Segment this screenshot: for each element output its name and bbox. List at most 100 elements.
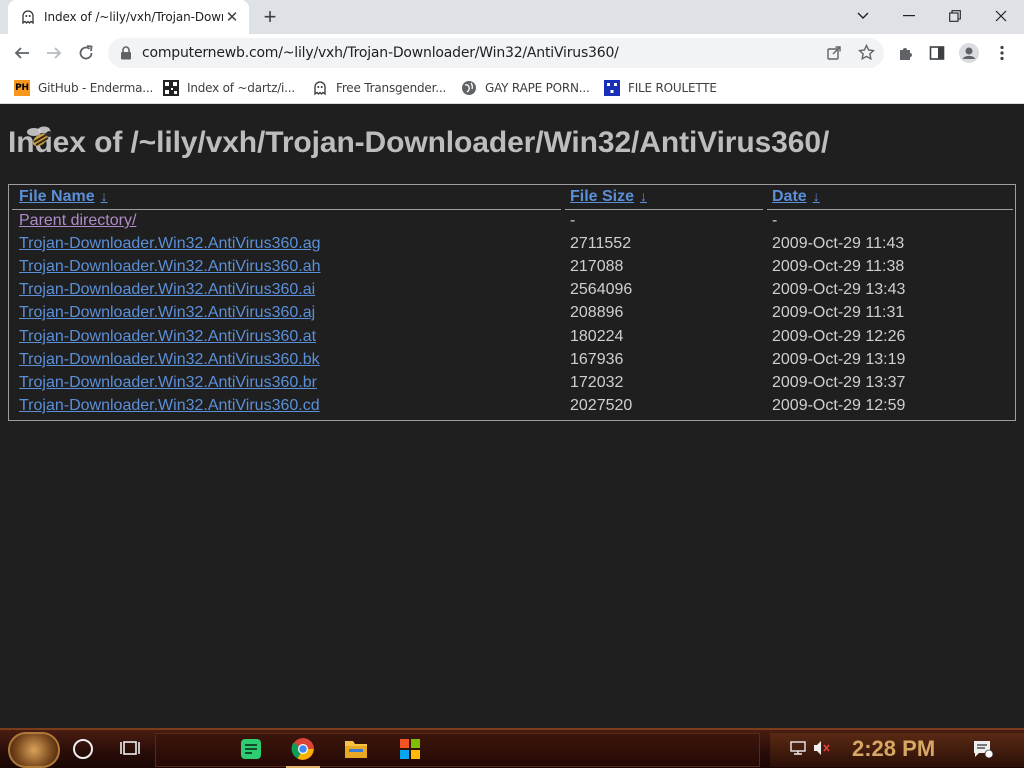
bookmark-label: Index of ~dartz/i... (187, 81, 296, 95)
file-size: 172032 (570, 374, 624, 391)
file-date: 2009-Oct-29 11:31 (772, 304, 905, 321)
file-date: 2009-Oct-29 11:38 (772, 258, 905, 275)
file-link[interactable]: Trojan-Downloader.Win32.AntiVirus360.at (19, 328, 316, 346)
close-tab-icon[interactable]: ✕ (223, 8, 241, 26)
sort-arrow-icon: ↓ (812, 188, 820, 204)
file-size: 2711552 (570, 235, 632, 252)
file-date: 2009-Oct-29 13:43 (772, 281, 906, 298)
tab-title: Index of /~lily/vxh/Trojan-Downloader/Wi… (44, 10, 223, 24)
lock-icon[interactable] (120, 46, 132, 65)
bookmark-file-roulette[interactable]: FILE ROULETTE (604, 77, 717, 99)
browser-toolbar: computernewb.com/~lily/vxh/Trojan-Downlo… (0, 34, 1024, 72)
ghost-favicon-icon (20, 9, 36, 25)
sort-by-name-header[interactable]: File Name ↓ (19, 188, 108, 206)
close-window-icon[interactable] (978, 0, 1024, 32)
bookmark-star-icon[interactable] (857, 43, 876, 66)
table-row: Trojan-Downloader.Win32.AntiVirus360.ai … (9, 281, 1015, 304)
table-row: Trojan-Downloader.Win32.AntiVirus360.br … (9, 374, 1015, 397)
globe-icon (461, 80, 477, 96)
qr-icon (163, 80, 179, 96)
file-size: 208896 (570, 304, 624, 321)
header-divider (767, 209, 1013, 210)
bookmark-free-transgender[interactable]: Free Transgender... (312, 77, 446, 99)
bookmark-label: GAY RAPE PORN... (485, 81, 590, 95)
file-size: 2027520 (570, 397, 633, 414)
forward-arrow-icon[interactable] (39, 38, 69, 68)
table-row: Trojan-Downloader.Win32.AntiVirus360.aj … (9, 304, 1015, 327)
header-divider (565, 209, 763, 210)
table-row: Parent directory/ - - (9, 212, 1015, 235)
table-row: Trojan-Downloader.Win32.AntiVirus360.bk … (9, 351, 1015, 374)
bookmark-label: FILE ROULETTE (628, 81, 717, 95)
file-link[interactable]: Trojan-Downloader.Win32.AntiVirus360.br (19, 374, 317, 392)
network-icon[interactable] (790, 740, 806, 761)
task-view-icon[interactable] (120, 738, 140, 763)
bookmark-github[interactable]: PH GitHub - Enderma... (14, 77, 153, 99)
file-link[interactable]: Trojan-Downloader.Win32.AntiVirus360.cd (19, 397, 320, 415)
file-link[interactable]: Trojan-Downloader.Win32.AntiVirus360.ai (19, 281, 315, 299)
cortana-circle-icon[interactable] (73, 739, 93, 759)
page-content: Index of /~lily/vxh/Trojan-Downloader/Wi… (0, 104, 1024, 728)
dice-icon (604, 80, 620, 96)
extensions-puzzle-icon[interactable] (891, 38, 921, 68)
sort-by-size-header[interactable]: File Size ↓ (570, 188, 647, 206)
file-date: 2009-Oct-29 12:26 (772, 328, 906, 345)
file-link[interactable]: Trojan-Downloader.Win32.AntiVirus360.bk (19, 351, 320, 369)
bookmarks-bar: PH GitHub - Enderma... Index of ~dartz/i… (0, 72, 1024, 104)
start-button[interactable] (8, 732, 60, 768)
notification-center-icon[interactable] (973, 740, 994, 763)
kebab-menu-icon[interactable] (987, 38, 1017, 68)
back-arrow-icon[interactable] (7, 38, 37, 68)
file-date: 2009-Oct-29 12:59 (772, 397, 906, 414)
parent-directory-link[interactable]: Parent directory/ (19, 212, 136, 230)
address-bar[interactable]: computernewb.com/~lily/vxh/Trojan-Downlo… (108, 38, 884, 68)
file-size: - (570, 212, 576, 229)
file-size: 180224 (570, 328, 624, 345)
minimize-icon[interactable] (886, 0, 932, 32)
file-size: 2564096 (570, 281, 633, 298)
table-row: Trojan-Downloader.Win32.AntiVirus360.cd … (9, 397, 1015, 420)
file-link[interactable]: Trojan-Downloader.Win32.AntiVirus360.ah (19, 258, 321, 276)
file-date: 2009-Oct-29 13:37 (772, 374, 906, 391)
sort-by-date-header[interactable]: Date ↓ (772, 188, 820, 206)
bookmark-dartz[interactable]: Index of ~dartz/i... (163, 77, 295, 99)
file-explorer-icon[interactable] (343, 736, 369, 762)
file-listing-table: File Name ↓ File Size ↓ Date ↓ Parent direc… (8, 184, 1016, 421)
restore-icon[interactable] (932, 0, 978, 32)
file-size: 217088 (570, 258, 624, 275)
reload-icon[interactable] (71, 38, 101, 68)
store-icon[interactable] (397, 736, 423, 762)
file-link[interactable]: Trojan-Downloader.Win32.AntiVirus360.aj (19, 304, 315, 322)
file-link[interactable]: Trojan-Downloader.Win32.AntiVirus360.ag (19, 235, 321, 253)
table-row: Trojan-Downloader.Win32.AntiVirus360.ah … (9, 258, 1015, 281)
file-date: - (772, 212, 778, 229)
page-title: Index of /~lily/vxh/Trojan-Downloader/Wi… (8, 126, 830, 159)
taskbar: 2:28 PM (0, 728, 1024, 768)
sort-arrow-icon: ↓ (100, 188, 108, 204)
share-icon[interactable] (826, 45, 842, 66)
table-row: Trojan-Downloader.Win32.AntiVirus360.at … (9, 328, 1015, 351)
url-text[interactable]: computernewb.com/~lily/vxh/Trojan-Downlo… (142, 45, 619, 61)
header-divider (12, 209, 561, 210)
bee-logo-icon (22, 120, 58, 156)
profile-avatar-icon[interactable] (954, 38, 984, 68)
sort-arrow-icon: ↓ (640, 188, 648, 204)
bookmark-label: GitHub - Enderma... (38, 81, 154, 95)
taskbar-clock[interactable]: 2:28 PM (852, 736, 935, 762)
new-tab-icon[interactable]: + (258, 4, 282, 29)
ghost-icon (312, 80, 328, 96)
file-date: 2009-Oct-29 13:19 (772, 351, 906, 368)
bookmark-label: Free Transgender... (336, 81, 447, 95)
tab-strip: Index of /~lily/vxh/Trojan-Downloader/Wi… (0, 0, 1024, 34)
side-panel-icon[interactable] (922, 38, 952, 68)
bookmark-globe[interactable]: GAY RAPE PORN... (461, 77, 590, 99)
file-date: 2009-Oct-29 11:43 (772, 235, 905, 252)
table-row: Trojan-Downloader.Win32.AntiVirus360.ag … (9, 235, 1015, 258)
volume-muted-icon[interactable] (813, 740, 831, 761)
github-ph-icon: PH (14, 80, 30, 96)
browser-tab[interactable]: Index of /~lily/vxh/Trojan-Downloader/Wi… (8, 0, 249, 34)
notes-icon[interactable] (238, 736, 264, 762)
chevron-down-icon[interactable] (840, 0, 886, 32)
chrome-icon[interactable] (286, 736, 320, 768)
file-size: 167936 (570, 351, 624, 368)
